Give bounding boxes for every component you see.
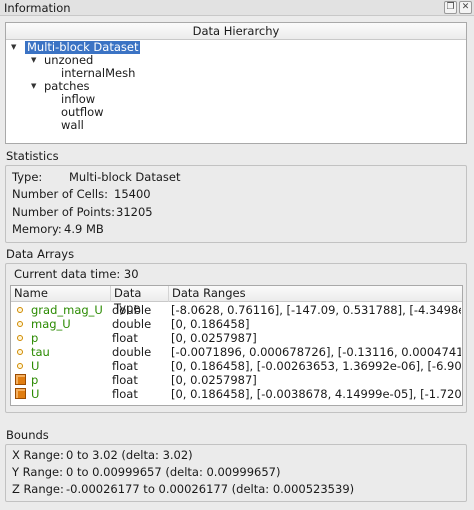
array-type: double [112, 317, 152, 331]
array-range: [-0.0071896, 0.000678726], [-0.13116, 0.… [171, 345, 461, 359]
array-type: float [112, 373, 138, 387]
array-type: float [112, 387, 138, 401]
stat-type-label: Type: [12, 170, 43, 184]
table-row[interactable]: tau double [-0.0071896, 0.000678726], [-… [11, 345, 462, 359]
point-data-icon [17, 363, 23, 369]
column-header-data-type[interactable]: Data Type [111, 286, 169, 315]
data-arrays-table[interactable]: Name Data Type Data Ranges grad_mag_U do… [10, 285, 463, 406]
table-row[interactable]: mag_U double [0, 0.186458] [11, 317, 462, 331]
table-row[interactable]: U float [0, 0.186458], [-0.0038678, 4.14… [11, 387, 462, 401]
tree-item-wall[interactable]: wall [61, 119, 84, 132]
array-name: p [31, 373, 39, 387]
x-range-value: 0 to 3.02 (delta: 3.02) [66, 448, 193, 462]
array-range: [0, 0.186458], [-0.0038678, 4.14999e-05]… [171, 387, 461, 401]
column-header-name[interactable]: Name [11, 286, 111, 302]
column-header-data-ranges[interactable]: Data Ranges [169, 286, 462, 302]
stat-memory-label: Memory: [12, 222, 62, 236]
array-name: grad_mag_U [31, 303, 103, 317]
close-icon[interactable]: ✕ [459, 1, 472, 14]
array-range: [-8.0628, 0.76116], [-147.09, 0.531788],… [171, 303, 461, 317]
array-type: double [112, 345, 152, 359]
collapse-arrow-icon[interactable]: ▼ [11, 41, 16, 54]
array-range: [0, 0.186458] [171, 317, 250, 331]
point-data-icon [17, 321, 23, 327]
stat-memory-value: 4.9 MB [64, 222, 104, 236]
stat-cells-value: 15400 [114, 187, 151, 201]
stat-cells-label: Number of Cells: [12, 187, 108, 201]
y-range-value: 0 to 0.00999657 (delta: 0.00999657) [66, 465, 281, 479]
point-data-icon [17, 335, 23, 341]
collapse-arrow-icon[interactable]: ▼ [31, 80, 36, 93]
array-name: tau [31, 345, 50, 359]
panel-title: Information [4, 1, 71, 15]
table-row[interactable]: p float [0, 0.0257987] [11, 373, 462, 387]
point-data-icon [17, 349, 23, 355]
array-type: float [112, 359, 138, 373]
table-row[interactable]: U float [0, 0.186458], [-0.00263653, 1.3… [11, 359, 462, 373]
array-name: U [31, 387, 40, 401]
statistics-label: Statistics [6, 149, 59, 163]
table-row[interactable]: grad_mag_U double [-8.0628, 0.76116], [-… [11, 303, 462, 317]
panel-titlebar: Information ❐ ✕ [0, 0, 474, 16]
table-header: Name Data Type Data Ranges [11, 286, 462, 315]
array-name: U [31, 359, 40, 373]
data-hierarchy-header: Data Hierarchy [6, 23, 466, 40]
data-arrays-label: Data Arrays [6, 247, 75, 261]
bounds-label: Bounds [6, 428, 49, 442]
point-data-icon [17, 307, 23, 313]
array-type: double [112, 303, 152, 317]
x-range-label: X Range: [12, 448, 64, 462]
array-range: [0, 0.0257987] [171, 373, 257, 387]
stat-points-value: 31205 [116, 205, 153, 219]
restore-icon[interactable]: ❐ [444, 1, 457, 14]
statistics-group: Type: Multi-block Dataset Number of Cell… [5, 165, 467, 243]
collapse-arrow-icon[interactable]: ▼ [31, 54, 36, 67]
array-range: [0, 0.0257987] [171, 331, 257, 345]
array-name: p [31, 331, 39, 345]
current-data-time: Current data time: 30 [14, 267, 139, 281]
data-hierarchy-tree[interactable]: Data Hierarchy ▼ Multi-block Dataset ▼ u… [5, 22, 467, 144]
array-name: mag_U [31, 317, 71, 331]
array-type: float [112, 331, 138, 345]
y-range-label: Y Range: [12, 465, 64, 479]
array-range: [0, 0.186458], [-0.00263653, 1.36992e-06… [171, 359, 461, 373]
z-range-value: -0.00026177 to 0.00026177 (delta: 0.0005… [66, 482, 355, 496]
stat-type-value: Multi-block Dataset [69, 170, 181, 184]
bounds-group: X Range: 0 to 3.02 (delta: 3.02) Y Range… [5, 444, 467, 502]
stat-points-label: Number of Points: [12, 205, 116, 219]
cell-data-icon [15, 388, 26, 399]
table-row[interactable]: p float [0, 0.0257987] [11, 331, 462, 345]
z-range-label: Z Range: [12, 482, 64, 496]
cell-data-icon [15, 374, 26, 385]
